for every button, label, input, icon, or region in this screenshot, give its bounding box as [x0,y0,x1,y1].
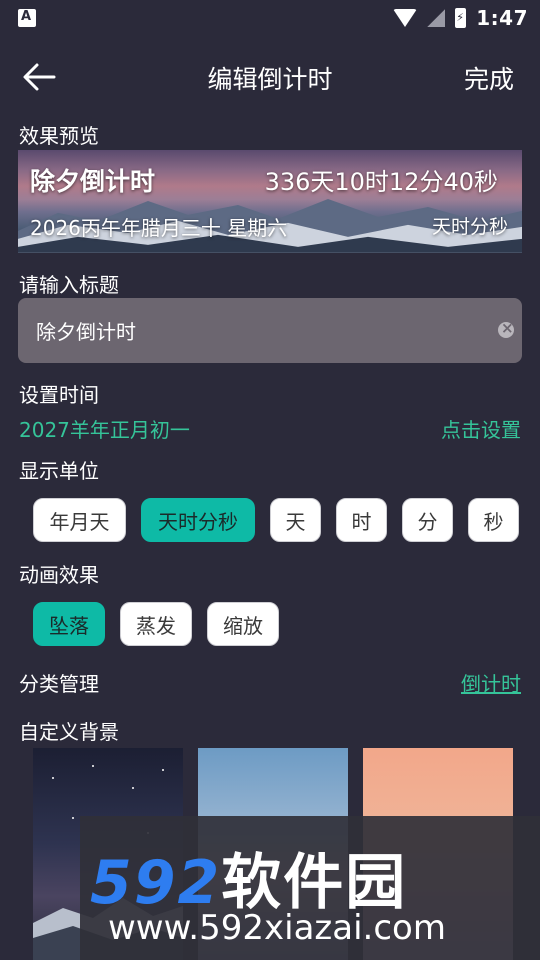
wifi-icon [393,9,418,27]
category-label: 分类管理 [19,672,99,696]
countdown-preview-card: 除夕倒计时 336天10时12分40秒 2026丙午年腊月三十 星期六 天时分秒 [18,150,522,253]
unit-option-ymd[interactable]: 年月天 [33,498,126,542]
app-notification-icon [18,9,36,27]
preview-countdown: 336天10时12分40秒 [264,168,498,196]
unit-option-day[interactable]: 天 [270,498,321,542]
status-bar: 1:47 [0,0,540,36]
top-bar: 编辑倒计时 完成 [0,48,540,106]
unit-option-dhms[interactable]: 天时分秒 [141,498,255,542]
unit-option-second[interactable]: 秒 [468,498,519,542]
background-label: 自定义背景 [19,720,119,744]
title-input-value: 除夕倒计时 [36,320,136,344]
unit-option-minute[interactable]: 分 [402,498,453,542]
status-icons: 1:47 [393,6,528,30]
animation-option-evaporate[interactable]: 蒸发 [120,602,192,646]
watermark-url: www.592xiazai.com [108,908,446,948]
clear-circle-icon[interactable] [498,319,514,338]
watermark-overlay: 592软件园 www.592xiazai.com [80,816,540,960]
no-signal-icon [427,9,446,27]
target-date-value: 2027羊年正月初一 [19,418,190,442]
preview-unit: 天时分秒 [431,216,508,238]
status-time: 1:47 [476,6,528,30]
preview-section-label: 效果预览 [19,124,99,148]
display-unit-label: 显示单位 [19,459,99,483]
battery-charging-icon [455,8,467,28]
category-link[interactable]: 倒计时 [461,668,521,697]
preview-event-title: 除夕倒计时 [30,167,156,196]
animation-label: 动画效果 [19,563,99,587]
title-input[interactable]: 除夕倒计时 [18,298,522,363]
set-time-button[interactable]: 点击设置 [441,414,521,443]
time-setting-label: 设置时间 [19,383,99,407]
page-title: 编辑倒计时 [207,65,333,94]
animation-option-zoom[interactable]: 缩放 [207,602,279,646]
done-button[interactable]: 完成 [464,60,514,96]
unit-option-hour[interactable]: 时 [336,498,387,542]
animation-option-fall[interactable]: 坠落 [33,602,105,646]
preview-date: 2026丙午年腊月三十 星期六 [30,216,288,240]
title-input-label: 请输入标题 [19,273,119,297]
